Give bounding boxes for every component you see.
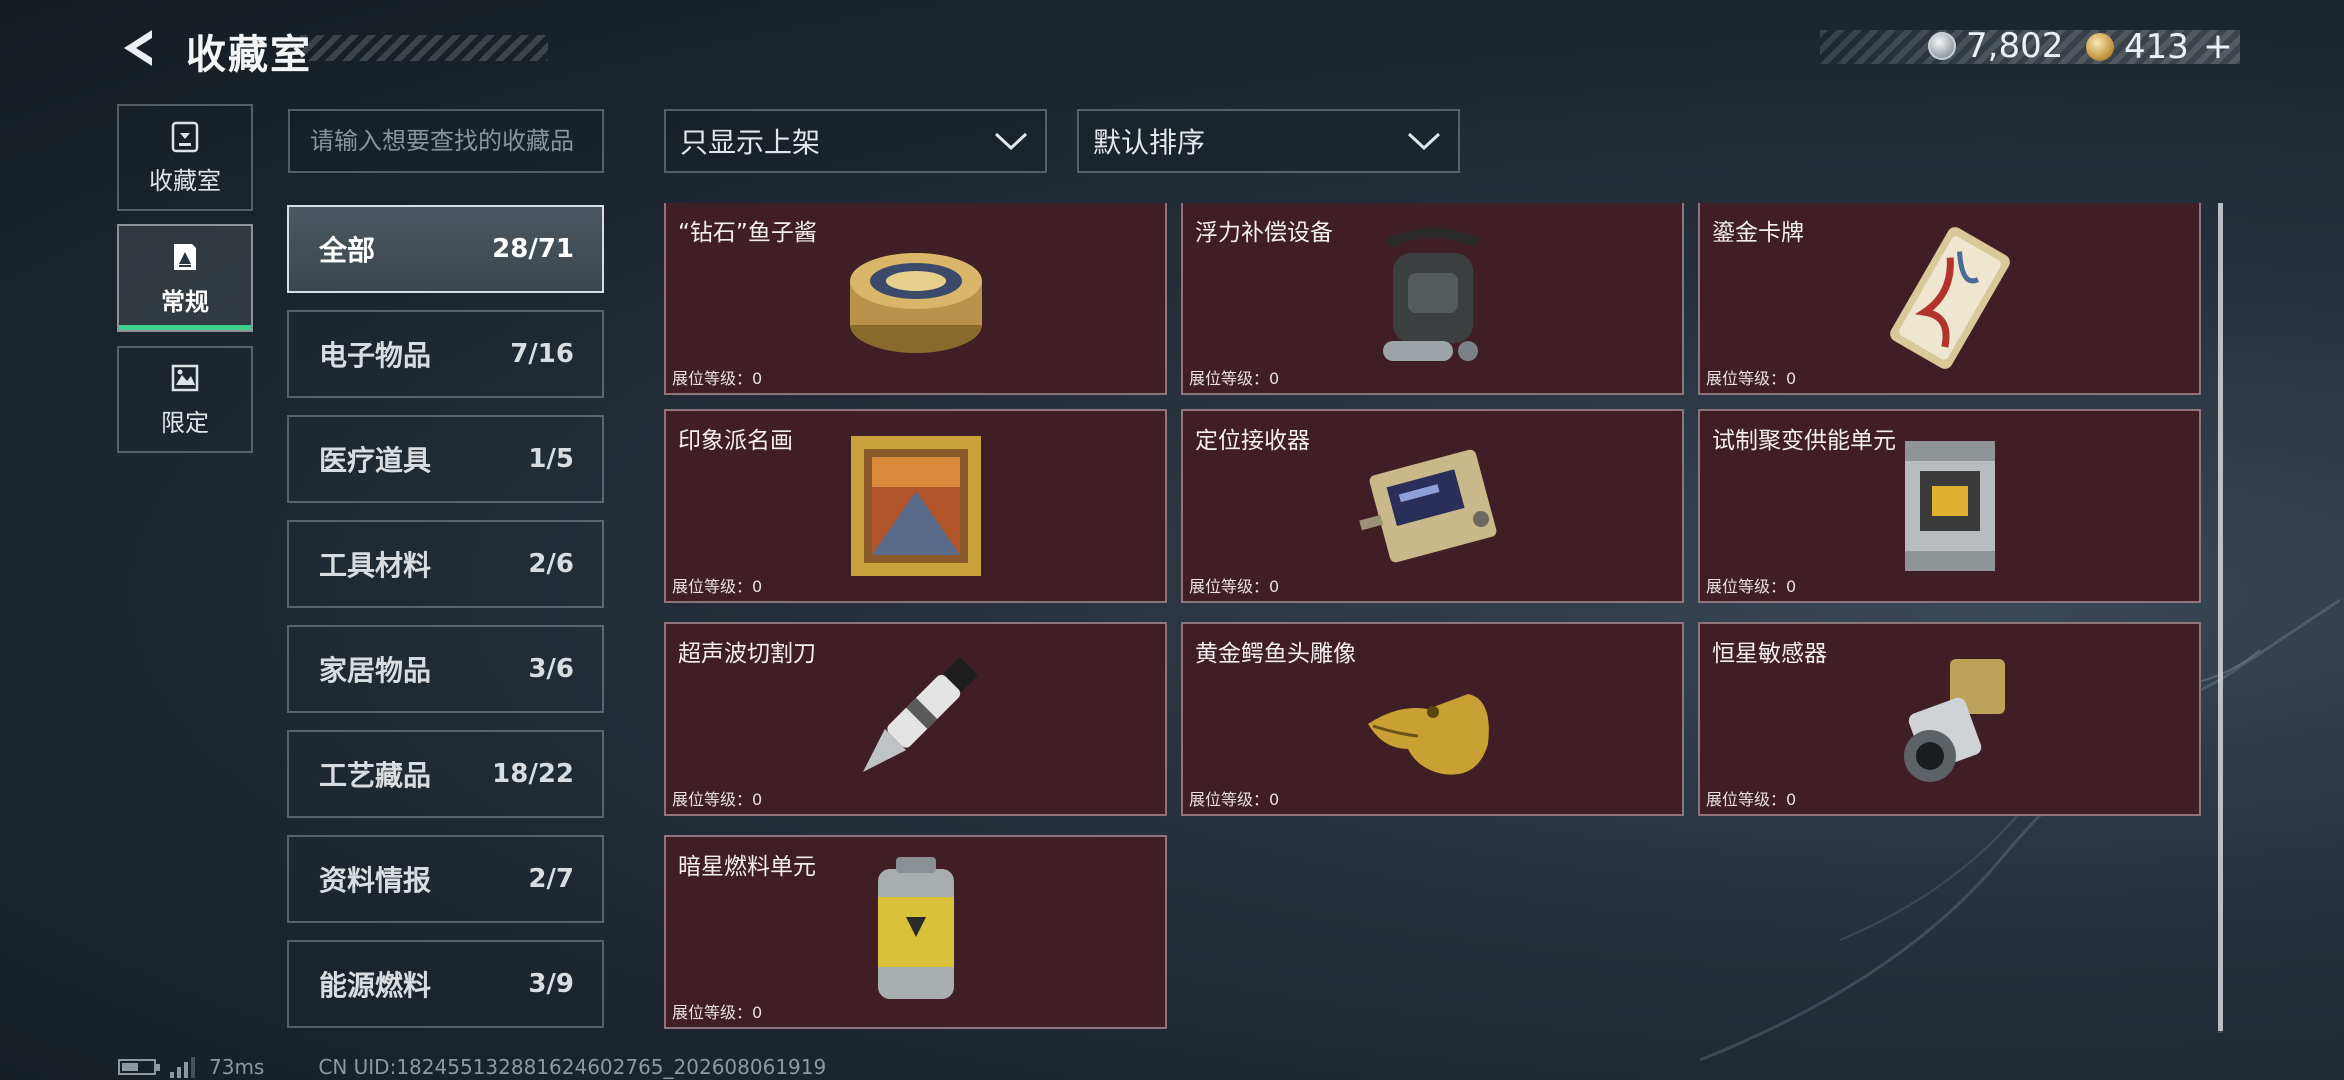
item-level: 展位等级：0	[1189, 790, 1280, 809]
grid-scrollbar[interactable]	[2218, 203, 2223, 1033]
title-decoration	[300, 35, 548, 61]
locator-receiver-icon	[1358, 449, 1496, 563]
gold-amount: 413	[2124, 26, 2189, 67]
category-all[interactable]: 全部 28/71	[287, 205, 604, 293]
category-count: 1/5	[528, 444, 574, 474]
item-level: 展位等级：0	[1706, 577, 1797, 596]
item-level: 展位等级：0	[672, 369, 763, 388]
fuel-canister-icon	[877, 857, 954, 999]
category-count: 3/9	[528, 969, 574, 999]
silver-coin-icon	[1928, 32, 1956, 60]
item-level: 展位等级：0	[672, 790, 763, 809]
item-level: 展位等级：0	[1189, 369, 1280, 388]
caviar-tin-icon	[849, 253, 982, 353]
golden-crocodile-icon	[1367, 694, 1489, 775]
collection-card[interactable]: 黄金鳄鱼头雕像 展位等级：0	[1181, 622, 1684, 816]
collection-card[interactable]: 定位接收器 展位等级：0	[1181, 409, 1684, 603]
limited-icon	[171, 364, 199, 392]
currency-silver: 7,802	[1928, 26, 2063, 66]
page-title: 收藏室	[186, 32, 312, 78]
category-electronics[interactable]: 电子物品 7/16	[287, 310, 604, 398]
category-label: 家居物品	[319, 654, 432, 687]
gilded-card-icon	[1889, 227, 2010, 369]
currency-gold[interactable]: 413 +	[2086, 26, 2233, 67]
category-tools[interactable]: 工具材料 2/6	[287, 520, 604, 608]
scrollbar-thumb[interactable]	[2218, 203, 2223, 1031]
side-tab-label: 收藏室	[149, 167, 221, 195]
collection-card[interactable]: “钻石”鱼子酱 展位等级：0	[664, 203, 1167, 395]
add-currency-button[interactable]: +	[2203, 26, 2233, 67]
status-footer: 73ms CN UID:1824551328816246027­65_20260…	[118, 1055, 826, 1079]
vault-icon	[171, 121, 199, 153]
side-tab-regular[interactable]: 常规	[117, 224, 253, 332]
battery-icon	[118, 1059, 160, 1075]
collection-card[interactable]: 超声波切割刀 展位等级：0	[664, 622, 1167, 816]
item-level: 展位等级：0	[1189, 577, 1280, 596]
chevron-down-icon	[1407, 132, 1441, 151]
sort-dropdown-value: 默认排序	[1093, 126, 1206, 159]
category-household[interactable]: 家居物品 3/6	[287, 625, 604, 713]
collection-card[interactable]: 暗星燃料单元 展位等级：0	[664, 835, 1167, 1029]
category-label: 全部	[319, 234, 376, 267]
item-name: 浮力补偿设备	[1195, 220, 1333, 246]
signal-icon	[170, 1056, 195, 1078]
category-label: 工艺藏品	[319, 759, 432, 792]
sort-dropdown[interactable]: 默认排序	[1077, 109, 1460, 173]
category-crafts[interactable]: 工艺藏品 18/22	[287, 730, 604, 818]
collection-grid: “钻石”鱼子酱 展位等级：0 浮力补偿设备 展位等级：0 鎏金卡牌 展位等级：0	[663, 203, 2211, 1033]
framed-painting-icon	[850, 436, 981, 576]
category-count: 7/16	[510, 339, 574, 369]
category-label: 医疗道具	[319, 444, 432, 477]
chevron-down-icon	[994, 132, 1028, 151]
filter-dropdown[interactable]: 只显示上架	[664, 109, 1047, 173]
gold-coin-icon	[2086, 32, 2114, 61]
filter-dropdown-value: 只显示上架	[680, 126, 821, 159]
category-label: 电子物品	[319, 339, 432, 372]
category-fuel[interactable]: 能源燃料 3/9	[287, 940, 604, 1028]
item-level: 展位等级：0	[672, 1003, 763, 1022]
item-name: 试制聚变供能单元	[1712, 428, 1896, 454]
side-tab-label: 限定	[161, 409, 209, 437]
side-tab-vault[interactable]: 收藏室	[117, 104, 253, 211]
item-name: 恒星敏感器	[1712, 641, 1827, 667]
item-level: 展位等级：0	[1706, 369, 1797, 388]
star-sensor-icon	[1903, 659, 2005, 782]
category-count: 2/7	[528, 864, 574, 894]
item-name: 暗星燃料单元	[678, 854, 816, 880]
category-medical[interactable]: 医疗道具 1/5	[287, 415, 604, 503]
silver-amount: 7,802	[1966, 26, 2064, 66]
ping-value: 73ms	[209, 1055, 265, 1079]
category-intel[interactable]: 资料情报 2/7	[287, 835, 604, 923]
collection-card[interactable]: 浮力补偿设备 展位等级：0	[1181, 203, 1684, 395]
fusion-cell-icon	[1904, 441, 1995, 571]
side-tab-limited[interactable]: 限定	[117, 346, 253, 453]
item-name: 定位接收器	[1195, 428, 1310, 454]
buoyancy-device-icon	[1382, 228, 1480, 361]
category-count: 2/6	[528, 549, 574, 579]
active-tab-indicator	[119, 325, 251, 330]
item-level: 展位等级：0	[672, 577, 763, 596]
collection-card[interactable]: 鎏金卡牌 展位等级：0	[1698, 203, 2201, 395]
collection-icon	[174, 243, 196, 270]
item-name: 黄金鳄鱼头雕像	[1195, 641, 1356, 667]
ultrasonic-knife-icon	[862, 656, 978, 773]
category-count: 18/22	[492, 759, 574, 789]
back-arrow-icon[interactable]	[118, 26, 162, 70]
category-label: 能源燃料	[319, 969, 432, 1002]
category-count: 28/71	[492, 234, 574, 264]
side-tab-label: 常规	[161, 287, 209, 316]
item-name: 鎏金卡牌	[1712, 220, 1804, 246]
collection-card[interactable]: 印象派名画 展位等级：0	[664, 409, 1167, 603]
item-level: 展位等级：0	[1706, 790, 1797, 809]
category-label: 工具材料	[319, 549, 432, 582]
item-name: 印象派名画	[678, 428, 793, 454]
collection-card[interactable]: 试制聚变供能单元 展位等级：0	[1698, 409, 2201, 603]
item-name: “钻石”鱼子酱	[678, 220, 817, 246]
category-label: 资料情报	[319, 864, 432, 897]
category-count: 3/6	[528, 654, 574, 684]
search-input[interactable]	[288, 109, 604, 173]
collection-card[interactable]: 恒星敏感器 展位等级：0	[1698, 622, 2201, 816]
item-name: 超声波切割刀	[678, 641, 816, 667]
user-uid: CN UID:1824551328816246027­65_2026080619…	[318, 1055, 827, 1079]
